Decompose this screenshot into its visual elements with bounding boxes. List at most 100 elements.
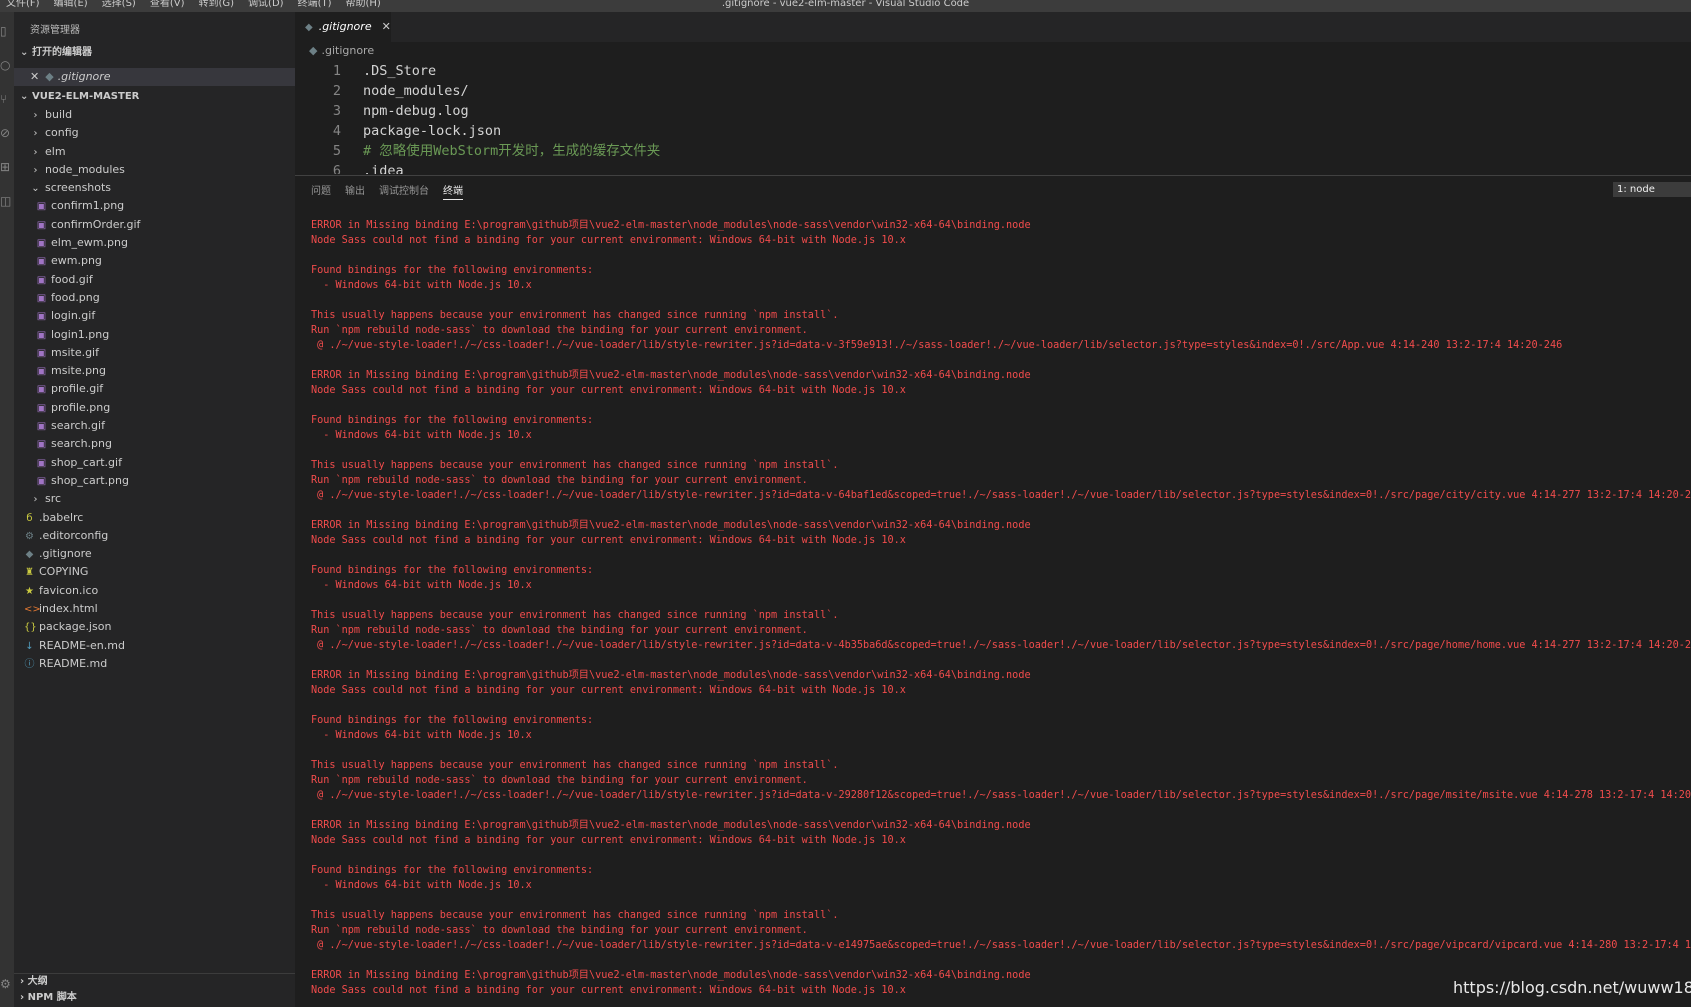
extensions-icon[interactable]: ⊞	[0, 160, 14, 174]
image-file-icon: ▣	[36, 347, 47, 359]
terminal-line: Run `npm rebuild node-sass` to download …	[311, 925, 808, 936]
terminal-line: Run `npm rebuild node-sass` to download …	[311, 475, 808, 486]
tree-item-label: README.md	[39, 656, 108, 670]
tree-item-label: confirmOrder.gif	[51, 217, 141, 231]
source-control-icon[interactable]: ⑂	[0, 92, 14, 106]
vscode-window: .gitignore - vue2-elm-master - Visual St…	[0, 0, 1691, 1007]
open-editors-label: 打开的编辑器	[32, 47, 92, 58]
terminal-line: Found bindings for the following environ…	[311, 865, 594, 876]
tree-item[interactable]: ★ favicon.ico	[14, 582, 295, 600]
tree-item[interactable]: ▣ shop_cart.gif	[14, 454, 295, 472]
terminal-line: - Windows 64-bit with Node.js 10.x	[311, 580, 532, 591]
outline-section[interactable]: › 大纲	[14, 973, 295, 989]
terminal-line: ERROR in Missing binding E:\program\gith…	[311, 520, 1031, 531]
tree-item[interactable]: ⚙ .editorconfig	[14, 527, 295, 545]
menu-item[interactable]: 帮助(H)	[346, 0, 381, 9]
tree-item[interactable]: ▣ profile.png	[14, 399, 295, 417]
image-file-icon: ▣	[36, 475, 47, 487]
tree-item[interactable]: › config	[14, 124, 295, 142]
debug-icon[interactable]: ⊘	[0, 126, 14, 140]
tree-item[interactable]: ▣ confirm1.png	[14, 197, 295, 215]
code-line: 4 package-lock.json	[295, 121, 1691, 141]
tree-item-label: search.gif	[51, 419, 105, 433]
tree-item-label: .babelrc	[39, 510, 84, 524]
menu-item[interactable]: 编辑(E)	[54, 0, 88, 9]
bottom-panel: 问题 输出 调试控制台 终端 1: node ERROR in Missing bin…	[295, 175, 1691, 1007]
tree-item[interactable]: › build	[14, 106, 295, 124]
tree-item[interactable]: ▣ profile.gif	[14, 380, 295, 398]
files-icon[interactable]: ▯	[0, 24, 14, 38]
tree-item[interactable]: ⌄ screenshots	[14, 179, 295, 197]
tree-item[interactable]: ▣ confirmOrder.gif	[14, 216, 295, 234]
project-header[interactable]: ⌄ VUE2-ELM-MASTER	[14, 88, 295, 105]
tree-item-label: login1.png	[51, 327, 110, 341]
tree-item[interactable]: ⓘ README.md	[14, 655, 295, 673]
tree-item[interactable]: ▣ elm_ewm.png	[14, 234, 295, 252]
settings-gear-icon[interactable]: ⚙	[0, 977, 14, 991]
image-file-icon: ▣	[36, 366, 47, 378]
tab-label: .gitignore	[318, 20, 372, 33]
tree-item[interactable]: б .babelrc	[14, 509, 295, 527]
panel-tab[interactable]: 输出	[345, 182, 365, 199]
tree-item[interactable]: › elm	[14, 143, 295, 161]
menu-item[interactable]: 查看(V)	[150, 0, 185, 9]
tree-item-label: index.html	[39, 602, 98, 616]
tree-item-label: .editorconfig	[39, 528, 109, 542]
image-file-icon: ▣	[36, 201, 47, 213]
tree-item[interactable]: ▣ msite.gif	[14, 344, 295, 362]
panel-tab[interactable]: 问题	[311, 182, 331, 199]
chevron-right-icon: ›	[33, 110, 38, 121]
tab-close-icon[interactable]: ✕	[382, 20, 391, 33]
image-file-icon: ▣	[36, 384, 47, 396]
outline-label: 大纲	[27, 976, 48, 987]
tree-item[interactable]: ▣ shop_cart.png	[14, 472, 295, 490]
terminal-output[interactable]: ERROR in Missing binding E:\program\gith…	[311, 218, 1691, 998]
tree-item[interactable]: ▣ login.gif	[14, 307, 295, 325]
remote-icon[interactable]: ◫	[0, 194, 14, 208]
explorer-sidebar: 资源管理器 ⌄ 打开的编辑器 ✕ ◆ .gitignore ⌄ VUE2-ELM-MAS…	[14, 12, 295, 1007]
tree-item[interactable]: ▣ ewm.png	[14, 252, 295, 270]
tree-item[interactable]: ▣ food.gif	[14, 271, 295, 289]
menu-item[interactable]: 文件(F)	[6, 0, 40, 9]
tree-item[interactable]: › node_modules	[14, 161, 295, 179]
tree-item[interactable]: <>index.html	[14, 600, 295, 618]
tree-item[interactable]: ↓ README-en.md	[14, 637, 295, 655]
tree-item[interactable]: ▣ food.png	[14, 289, 295, 307]
menu-item[interactable]: 终端(T)	[298, 0, 332, 9]
tree-item[interactable]: ▣ msite.png	[14, 362, 295, 380]
menu-item[interactable]: 转到(G)	[199, 0, 235, 9]
file-tree: › build › config › elm › node_modules ⌄ screensho…	[14, 106, 295, 673]
terminal-line: This usually happens because your enviro…	[311, 310, 839, 321]
close-icon[interactable]: ✕	[30, 70, 39, 83]
tab-gitignore[interactable]: ◆ .gitignore ✕	[295, 12, 391, 42]
tree-item-label: profile.png	[51, 400, 111, 414]
terminal-select[interactable]: 1: node	[1613, 182, 1691, 197]
terminal-line: @ ./~/vue-style-loader!./~/css-loader!./…	[311, 940, 1691, 951]
tree-item[interactable]: {} package.json	[14, 618, 295, 636]
tree-item[interactable]: ▣ search.png	[14, 435, 295, 453]
menu-item[interactable]: 选择(S)	[102, 0, 136, 9]
panel-tab[interactable]: 调试控制台	[379, 182, 429, 199]
breadcrumb[interactable]: ◆ .gitignore	[309, 44, 374, 57]
tree-item[interactable]: › src	[14, 490, 295, 508]
menu-item[interactable]: 调试(D)	[248, 0, 284, 9]
open-editor-item[interactable]: ✕ ◆ .gitignore	[14, 68, 295, 86]
npm-scripts-section[interactable]: › NPM 脚本	[14, 990, 295, 1006]
tree-item-label: search.png	[51, 437, 112, 451]
menu-bar: .gitignore - vue2-elm-master - Visual St…	[0, 0, 1691, 12]
panel-tab[interactable]: 终端	[443, 182, 463, 200]
tree-item[interactable]: ◆ .gitignore	[14, 545, 295, 563]
search-icon[interactable]: ○	[0, 58, 14, 72]
tree-item[interactable]: ▣ search.gif	[14, 417, 295, 435]
code-editor[interactable]: 1 .DS_Store 2 node_modules/3 npm-debug.log 4 p…	[295, 61, 1691, 174]
tree-item[interactable]: ♜ COPYING	[14, 563, 295, 581]
gear-file-icon: ⚙	[25, 530, 34, 542]
chevron-right-icon: ›	[33, 164, 38, 176]
open-editors-header[interactable]: ⌄ 打开的编辑器	[14, 44, 295, 61]
tree-item[interactable]: ▣ login1.png	[14, 326, 295, 344]
tree-item-label: node_modules	[45, 162, 125, 176]
